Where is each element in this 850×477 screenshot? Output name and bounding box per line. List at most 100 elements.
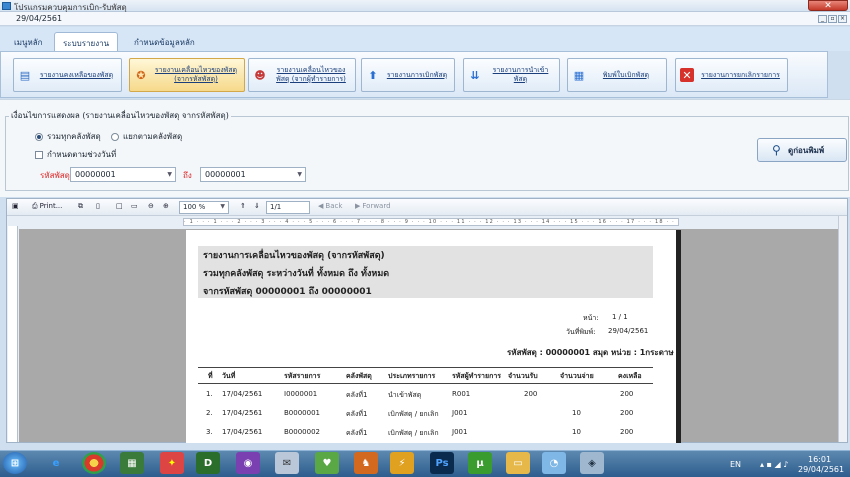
app-icon-5[interactable]: ✉ [275, 452, 299, 474]
one-page-icon[interactable]: ▭ [131, 202, 138, 214]
photoshop-icon[interactable]: Ps [430, 452, 454, 474]
first-page-icon[interactable]: ⇑ [240, 202, 246, 214]
close-icon[interactable]: × [838, 15, 847, 23]
app-icon [2, 2, 11, 10]
tab-strip: เมนูหลัก ระบบรายงาน กำหนดข้อมูลหลัก [0, 27, 850, 51]
table-cell: คลังที่1 [346, 410, 368, 418]
item-code-to-value: 00000001 [205, 170, 246, 179]
toggle-tree-icon[interactable]: ▣ [12, 202, 19, 214]
column-header: คงเหลือ [618, 372, 642, 380]
zoom-in-icon[interactable]: ⊕ [163, 202, 169, 214]
table-cell: 17/04/2561 [222, 390, 263, 398]
forward-label: Forward [362, 202, 391, 210]
table-cell: เบิกพัสดุ / ยกเลิก [388, 410, 439, 418]
vertical-scrollbar[interactable] [838, 216, 847, 442]
column-header: จำนวนจ่าย [560, 372, 594, 380]
chrome-icon[interactable] [82, 452, 106, 474]
tray-icons[interactable]: ▴ ▪ ◢ ♪ [760, 460, 788, 469]
print-form-button[interactable]: ▦ พิมพ์ใบเบิกพัสดุ [567, 58, 667, 92]
table-cell: เบิกพัสดุ / ยกเลิก [388, 429, 439, 437]
language-indicator[interactable]: EN [730, 460, 741, 469]
table-top-rule [198, 367, 653, 368]
item-code-from-value: 00000001 [75, 170, 116, 179]
app-icon-7[interactable]: ⚡ [390, 452, 414, 474]
map-icon[interactable]: ♥ [315, 452, 339, 474]
item-code-from-combo[interactable]: 00000001 ▼ [70, 167, 176, 182]
prev-page-icon[interactable]: ⇓ [254, 202, 260, 214]
column-header: ที่ [208, 372, 213, 380]
ie-icon[interactable]: e [44, 452, 68, 474]
zoom-combo[interactable]: 100 % ▼ [179, 201, 229, 214]
app-icon-3[interactable]: D [196, 452, 220, 474]
close-button[interactable]: ✕ [808, 0, 848, 11]
options-group-title: เงื่อนไขการแสดงผล (รายงานเคลื่อนไหวของพั… [9, 109, 231, 122]
table-cell: 17/04/2561 [222, 409, 263, 417]
copy-icon[interactable]: ⧉ [78, 202, 83, 214]
page-shadow [676, 230, 681, 443]
chevron-down-icon[interactable]: ▼ [297, 171, 302, 178]
stock-report-button[interactable]: ▤ รายงานคงเหลือของพัสดุ [13, 58, 122, 92]
cancel-report-button[interactable]: ✕ รายงานการยกเลิกรายการ [675, 58, 788, 92]
app-icon-9[interactable]: ◈ [580, 452, 604, 474]
print-label: Print... [39, 202, 63, 210]
app-icon-1[interactable]: ▦ [120, 452, 144, 474]
report-subtitle: รวมทุกคลังพัสดุ ระหว่างวันที่ ทั้งหมด ถึ… [203, 269, 390, 279]
app-icon-8[interactable]: ◔ [542, 452, 566, 474]
table-cell: R001 [452, 390, 471, 398]
table-cell: 2. [206, 409, 213, 417]
item-code-to-combo[interactable]: 00000001 ▼ [200, 167, 306, 182]
minimize-icon[interactable]: _ [818, 15, 827, 23]
export-icon[interactable]: ▯ [96, 202, 100, 214]
report-range: จากรหัสพัสดุ 00000001 ถึง 00000001 [203, 287, 372, 297]
print-button[interactable]: ⎙ Print... [32, 202, 62, 214]
zoom-value: 100 % [183, 203, 206, 211]
page-value: 1 / 1 [612, 313, 628, 321]
table-cell: 10 [572, 409, 581, 417]
start-icon[interactable]: ⊞ [3, 452, 27, 474]
app-icon-4[interactable]: ◉ [236, 452, 260, 474]
radio-split-indicator[interactable] [111, 132, 119, 141]
vertical-ruler [8, 226, 18, 442]
table-cell: นำเข้าพัสดุ [388, 391, 422, 399]
radio-all-warehouses[interactable]: รวมทุกคลังพัสดุ [35, 130, 101, 143]
back-button[interactable]: ◀ Back [318, 202, 342, 214]
report-title: รายงานการเคลื่อนไหวของพัสดุ (จากรหัสพัสด… [203, 251, 385, 261]
app-icon-6[interactable]: ♞ [354, 452, 378, 474]
column-header: จำนวนรับ [508, 372, 538, 380]
column-header: คลังพัสดุ [346, 372, 372, 380]
movement-by-user-button[interactable]: ☻ รายงานเคลื่อนไหวของพัสดุ (จากผู้ทำรายก… [248, 58, 356, 92]
withdraw-report-icon: ⬆ [368, 68, 378, 82]
report-ribbon: ▤ รายงานคงเหลือของพัสดุ ✪ รายงานเคลื่อนไ… [0, 51, 828, 98]
withdraw-report-button[interactable]: ⬆ รายงานการเบิกพัสดุ [361, 58, 455, 92]
back-arrow-icon: ◀ [318, 202, 324, 210]
movement-by-item-button[interactable]: ✪ รายงานเคลื่อนไหวของพัสดุ (จากรหัสพัสดุ… [129, 58, 245, 92]
chevron-down-icon[interactable]: ▼ [167, 171, 172, 178]
radio-all-indicator[interactable] [35, 132, 43, 141]
tab-main-menu[interactable]: เมนูหลัก [6, 32, 51, 51]
app-icon-2[interactable]: ✦ [160, 452, 184, 474]
date-range-check-indicator[interactable] [35, 150, 43, 159]
folder-icon[interactable]: ▭ [506, 452, 530, 474]
zoom-out-icon[interactable]: ⊖ [148, 202, 154, 214]
radio-split-warehouses[interactable]: แยกตามคลังพัสดุ [111, 130, 182, 143]
chevron-down-icon[interactable]: ▼ [220, 203, 225, 210]
page-setup-icon[interactable]: □ [116, 202, 123, 214]
page-number-input[interactable]: 1/1 [266, 201, 310, 214]
table-cell: 3. [206, 428, 213, 436]
to-label: ถึง [183, 171, 192, 180]
print-date-label: วันที่พิมพ์: [566, 328, 596, 336]
forward-button[interactable]: ▶ Forward [355, 202, 391, 214]
preview-button[interactable]: ⚲ ดูก่อนพิมพ์ [757, 138, 847, 162]
import-report-button[interactable]: ⇊ รายงานการนำเข้าพัสดุ [463, 58, 560, 92]
table-cell: B0000001 [284, 409, 320, 417]
movement-by-user-icon: ☻ [254, 68, 266, 82]
utorrent-icon[interactable]: µ [468, 452, 492, 474]
movement-by-item-icon: ✪ [136, 68, 146, 82]
tab-master-data[interactable]: กำหนดข้อมูลหลัก [126, 32, 203, 51]
restore-icon[interactable]: ▫ [828, 15, 837, 23]
back-label: Back [325, 202, 343, 210]
tab-reports[interactable]: ระบบรายงาน [54, 32, 119, 51]
horizontal-ruler: · 1 · · · 1 · · · 2 · · · 3 · · · 4 · · … [183, 218, 679, 226]
table-cell: 200 [620, 390, 634, 398]
date-range-checkbox[interactable]: กำหนดตามช่วงวันที่ [35, 148, 116, 161]
